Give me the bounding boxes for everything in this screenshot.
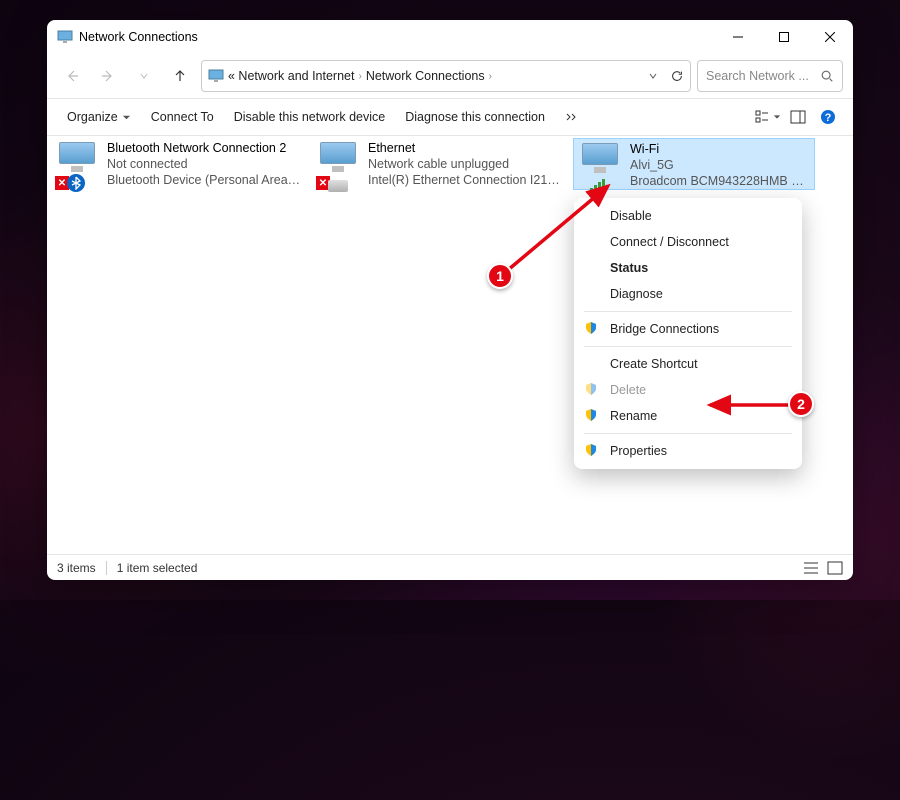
context-menu: Disable Connect / Disconnect Status Diag… xyxy=(574,198,802,469)
svg-text:?: ? xyxy=(825,112,832,124)
adapter-name: Bluetooth Network Connection 2 xyxy=(107,140,301,156)
back-button[interactable] xyxy=(57,61,87,91)
forward-button[interactable] xyxy=(93,61,123,91)
minimize-button[interactable] xyxy=(715,20,761,54)
ctx-properties[interactable]: Properties xyxy=(574,438,802,464)
selected-count: 1 item selected xyxy=(117,561,198,575)
adapter-status: Alvi_5G xyxy=(630,157,808,173)
ctx-create-shortcut[interactable]: Create Shortcut xyxy=(574,351,802,377)
adapter-status: Network cable unplugged xyxy=(368,156,562,172)
adapter-status: Not connected xyxy=(107,156,301,172)
ctx-diagnose[interactable]: Diagnose xyxy=(574,281,802,307)
ctx-delete: Delete xyxy=(574,377,802,403)
search-input[interactable]: Search Network ... xyxy=(697,60,843,92)
adapter-icon: ✕ xyxy=(318,140,368,188)
adapter-device: Intel(R) Ethernet Connection I217-V xyxy=(368,172,562,188)
ctx-status[interactable]: Status xyxy=(574,255,802,281)
nav-row: « Network and Internet › Network Connect… xyxy=(47,54,853,98)
maximize-button[interactable] xyxy=(761,20,807,54)
breadcrumb-parent[interactable]: « Network and Internet xyxy=(228,69,354,83)
separator xyxy=(584,346,792,347)
help-button[interactable]: ? xyxy=(813,103,843,131)
annotation-step-2: 2 xyxy=(788,391,814,417)
adapter-ethernet[interactable]: ✕ Ethernet Network cable unplugged Intel… xyxy=(312,138,568,190)
refresh-icon[interactable] xyxy=(670,69,684,83)
details-view-icon[interactable] xyxy=(803,561,819,575)
adapter-name: Ethernet xyxy=(368,140,562,156)
control-panel-icon xyxy=(208,68,224,84)
adapter-wifi[interactable]: Wi-Fi Alvi_5G Broadcom BCM943228HMB 802.… xyxy=(573,138,815,190)
search-placeholder: Search Network ... xyxy=(706,69,809,83)
connect-to-button[interactable]: Connect To xyxy=(141,106,224,128)
app-icon xyxy=(57,29,73,45)
chevron-right-icon: › xyxy=(489,71,492,82)
wifi-signal-icon xyxy=(590,177,610,193)
ctx-disable[interactable]: Disable xyxy=(574,203,802,229)
recent-dropdown[interactable] xyxy=(129,61,159,91)
toolbar: Organize Connect To Disable this network… xyxy=(47,98,853,136)
adapter-bluetooth[interactable]: ✕ Bluetooth Network Connection 2 Not con… xyxy=(51,138,307,190)
preview-pane-button[interactable] xyxy=(783,103,813,131)
view-options-button[interactable] xyxy=(753,103,783,131)
chevron-right-icon: › xyxy=(358,71,361,82)
bluetooth-icon xyxy=(67,174,85,192)
diagnose-button[interactable]: Diagnose this connection xyxy=(395,106,555,128)
adapter-device: Bluetooth Device (Personal Area ... xyxy=(107,172,301,188)
more-commands-button[interactable] xyxy=(555,108,587,126)
breadcrumb-current[interactable]: Network Connections xyxy=(366,69,485,83)
ctx-bridge[interactable]: Bridge Connections xyxy=(574,316,802,342)
large-icons-view-icon[interactable] xyxy=(827,561,843,575)
annotation-step-1: 1 xyxy=(487,263,513,289)
adapter-icon xyxy=(580,141,630,189)
disable-device-button[interactable]: Disable this network device xyxy=(224,106,395,128)
ctx-connect-disconnect[interactable]: Connect / Disconnect xyxy=(574,229,802,255)
adapter-device: Broadcom BCM943228HMB 802.1... xyxy=(630,173,808,189)
ethernet-icon xyxy=(328,180,348,192)
item-count: 3 items xyxy=(57,561,96,575)
status-bar: 3 items 1 item selected xyxy=(47,554,853,580)
adapter-name: Wi-Fi xyxy=(630,141,808,157)
titlebar: Network Connections xyxy=(47,20,853,54)
ctx-rename[interactable]: Rename xyxy=(574,403,802,429)
close-button[interactable] xyxy=(807,20,853,54)
organize-button[interactable]: Organize xyxy=(57,106,141,128)
address-bar[interactable]: « Network and Internet › Network Connect… xyxy=(201,60,691,92)
search-icon xyxy=(820,69,834,83)
chevron-down-icon[interactable] xyxy=(648,71,658,81)
separator xyxy=(584,433,792,434)
window-title: Network Connections xyxy=(79,30,198,44)
up-button[interactable] xyxy=(165,61,195,91)
separator xyxy=(584,311,792,312)
adapter-icon: ✕ xyxy=(57,140,107,188)
